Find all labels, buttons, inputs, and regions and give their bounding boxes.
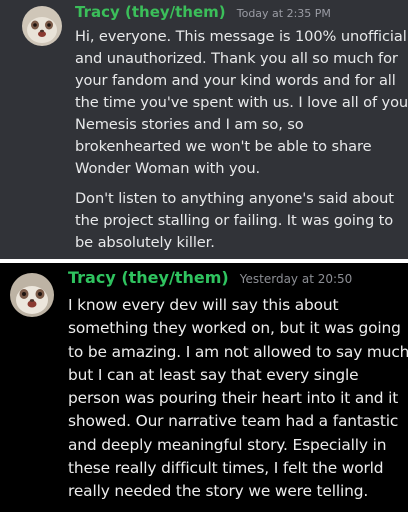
avatar-image bbox=[10, 273, 54, 317]
message-panel-yesterday: Tracy (they/them) Yesterday at 20:50 I k… bbox=[0, 263, 408, 512]
message-paragraph: Don't listen to anything anyone's said a… bbox=[75, 188, 405, 254]
message-line: really needed the story we were telling. bbox=[68, 482, 369, 501]
user-avatar[interactable] bbox=[10, 273, 54, 317]
message-content: Tracy (they/them) Today at 2:35 PM Hi, e… bbox=[75, 4, 408, 254]
message-body: I know every dev will say this about som… bbox=[68, 294, 408, 504]
message-line: something they worked on, but it was goi… bbox=[68, 319, 401, 338]
message-line: to be amazing. I am not allowed to say m… bbox=[68, 342, 408, 361]
username[interactable]: Tracy (they/them) bbox=[68, 268, 229, 287]
message-line: I know every dev will say this about bbox=[68, 296, 339, 314]
user-avatar[interactable] bbox=[22, 6, 62, 46]
message-line: the project stalling or failing. It was … bbox=[75, 212, 394, 229]
message-line: Hi, everyone. This message is 100% unoff… bbox=[75, 28, 407, 45]
message-header: Tracy (they/them) Today at 2:35 PM bbox=[75, 4, 405, 20]
message-line: brokenhearted we won't be able to share bbox=[75, 138, 372, 155]
message-paragraph: Hi, everyone. This message is 100% unoff… bbox=[75, 26, 408, 180]
username[interactable]: Tracy (they/them) bbox=[75, 3, 226, 21]
message-line: the time you've spent with us. I love al… bbox=[75, 94, 408, 111]
message-paragraph: I know every dev will say this about som… bbox=[68, 294, 408, 504]
message-line: your fandom and your kind words and for … bbox=[75, 72, 396, 89]
message-line: Nemesis stories and I am so, so bbox=[75, 116, 304, 133]
message-panel-today: Tracy (they/them) Today at 2:35 PM Hi, e… bbox=[0, 0, 408, 259]
message-line: Don't listen to anything anyone's said a… bbox=[75, 190, 394, 207]
message-content: Tracy (they/them) Yesterday at 20:50 I k… bbox=[68, 270, 408, 504]
message-line: showed. Our narrative team had a fantast… bbox=[68, 412, 399, 431]
message-line: and unauthorized. Thank you all so much … bbox=[75, 50, 398, 67]
timestamp[interactable]: Yesterday at 20:50 bbox=[240, 272, 353, 286]
message-line: these really difficult times, I felt the… bbox=[68, 459, 384, 478]
message-header: Tracy (they/them) Yesterday at 20:50 bbox=[68, 270, 406, 286]
timestamp[interactable]: Today at 2:35 PM bbox=[237, 7, 331, 20]
message-line: and deeply meaningful story. Especially … bbox=[68, 435, 387, 454]
message-line: be absolutely killer. bbox=[75, 234, 215, 251]
message-line: Wonder Woman with you. bbox=[75, 160, 261, 177]
message-body: Hi, everyone. This message is 100% unoff… bbox=[75, 26, 408, 254]
avatar-image bbox=[22, 6, 62, 46]
message-line: person was pouring their heart into it a… bbox=[68, 389, 399, 408]
message-line: but I can at least say that every single bbox=[68, 365, 359, 384]
